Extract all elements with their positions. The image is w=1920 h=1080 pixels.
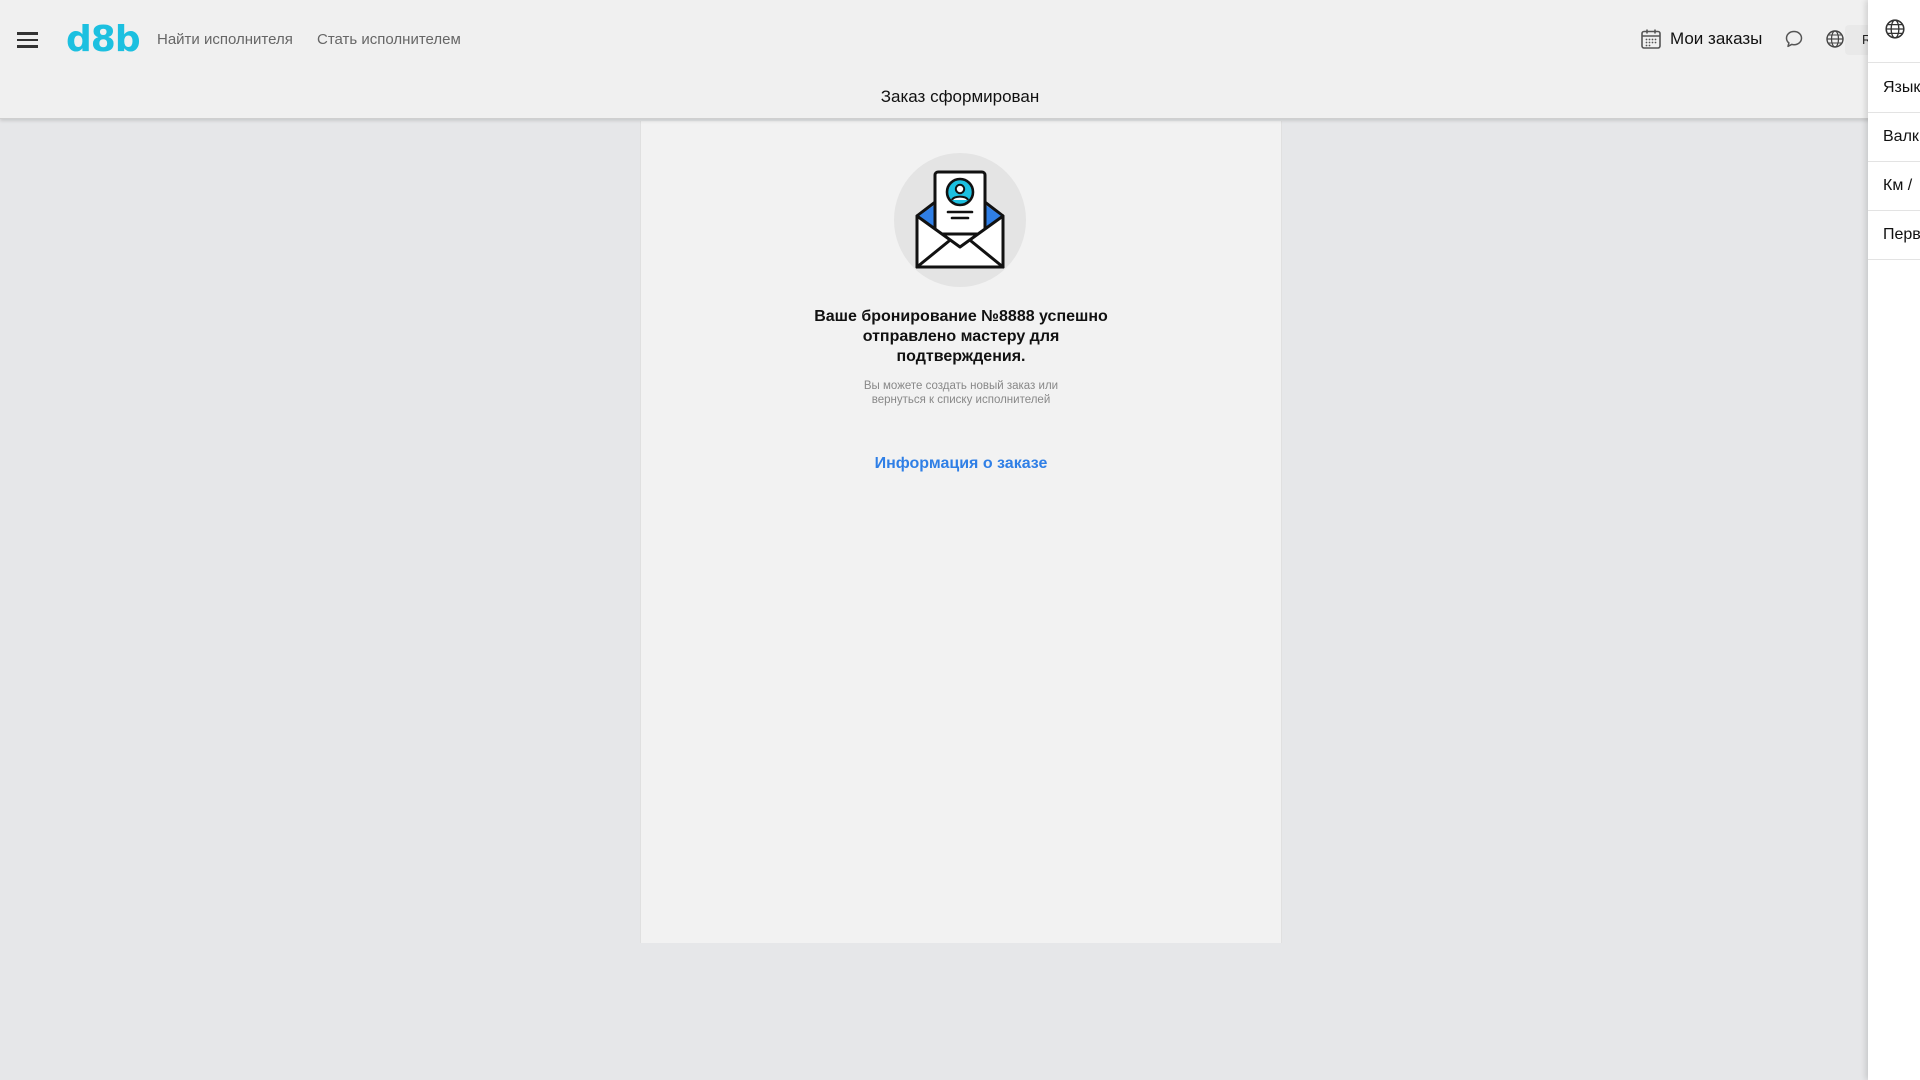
confirmation-title: Ваше бронирование №8888 успешно отправле… — [814, 308, 1108, 365]
nav-link-become-performer[interactable]: Стать исполнителем — [317, 31, 461, 48]
calendar-icon — [1641, 29, 1661, 49]
drawer-header — [1868, 0, 1920, 63]
logo[interactable]: d8b — [66, 18, 141, 62]
envelope-with-profile-icon — [915, 170, 1005, 269]
settings-drawer: Язык Валк Км / Перв — [1868, 0, 1920, 1080]
confirmation-subtitle: Вы можете создать новый заказ или вернут… — [863, 380, 1059, 406]
drawer-item-units[interactable]: Км / — [1868, 162, 1920, 211]
drawer-item-currency[interactable]: Валк — [1868, 113, 1920, 162]
globe-icon[interactable] — [1825, 29, 1845, 49]
drawer-item-first[interactable]: Перв — [1868, 211, 1920, 260]
app: d8b Найти исполнителя Стать исполнителем… — [0, 0, 1920, 1080]
globe-icon[interactable] — [1884, 18, 1906, 40]
hamburger-menu-icon[interactable] — [14, 26, 42, 54]
my-orders-label: Мои заказы — [1670, 29, 1763, 48]
chat-icon[interactable] — [1784, 29, 1804, 49]
page-title: Заказ сформирован — [880, 87, 1040, 106]
nav-link-find-performer[interactable]: Найти исполнителя — [157, 31, 293, 48]
top-header: d8b Найти исполнителя Стать исполнителем… — [0, 0, 1920, 119]
drawer-item-language[interactable]: Язык — [1868, 64, 1920, 113]
my-orders-button[interactable]: Мои заказы — [1640, 28, 1762, 50]
confirmation-card: Ваше бронирование №8888 успешно отправле… — [640, 121, 1282, 943]
order-info-link[interactable]: Информация о заказе — [641, 455, 1281, 473]
